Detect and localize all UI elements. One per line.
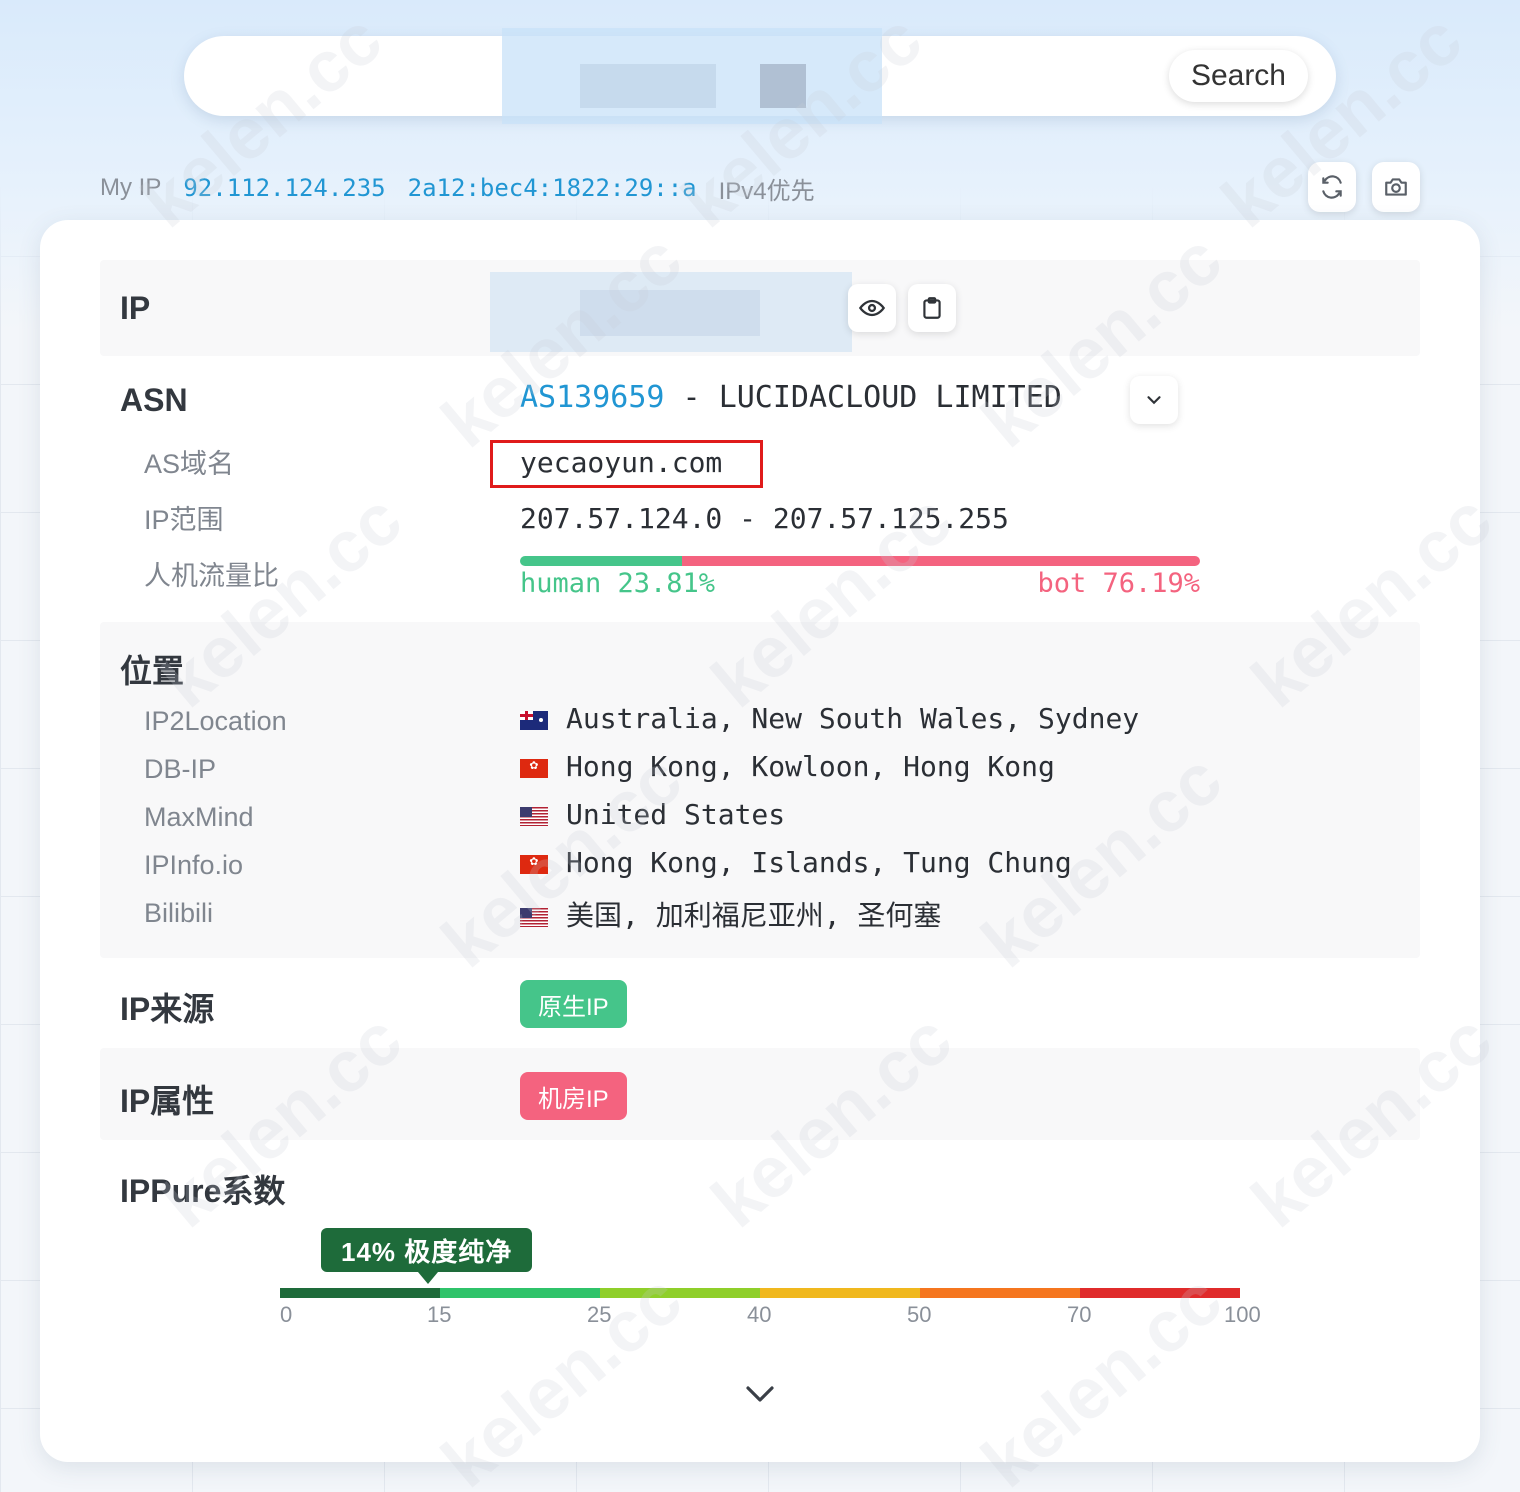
flag-hk-icon [520, 853, 548, 874]
human-ratio-text: human 23.81% [520, 568, 716, 599]
asn-section: ASN AS139659 - LUCIDACLOUD LIMITED AS域名 … [100, 356, 1420, 622]
location-title: 位置 [120, 653, 185, 689]
eye-icon [858, 299, 886, 317]
chevron-down-icon [746, 1386, 774, 1402]
refresh-button[interactable] [1308, 162, 1356, 212]
flag-au-icon [520, 711, 548, 730]
ippure-scale-segment [1079, 1288, 1240, 1298]
flag-us-icon [520, 908, 548, 927]
ippure-scale [280, 1288, 1240, 1298]
flag-us-icon [520, 807, 548, 826]
ip-title: IP [120, 290, 151, 326]
human-segment [520, 556, 682, 566]
location-source-label: Bilibili [144, 898, 214, 928]
screenshot-button[interactable] [1372, 162, 1420, 212]
copy-ip-button[interactable] [908, 284, 956, 332]
asn-separator: - [664, 380, 719, 415]
location-value: United States [520, 798, 785, 831]
ippure-scale-segment [759, 1288, 920, 1298]
native-ip-badge: 原生IP [520, 980, 627, 1028]
chevron-down-icon [1147, 396, 1161, 405]
ippure-tick-label: 15 [427, 1302, 452, 1327]
ippure-scale-segment [439, 1288, 600, 1298]
asn-value: AS139659 - LUCIDACLOUD LIMITED [520, 380, 1062, 415]
ippure-tick-label: 40 [747, 1302, 772, 1327]
ip-section: IP [100, 260, 1420, 356]
ip-attribute-section: IP属性 机房IP [100, 1048, 1420, 1140]
redacted-block [580, 64, 716, 108]
search-bar: Search [184, 28, 1336, 124]
refresh-icon [1322, 175, 1342, 199]
location-place: United States [566, 798, 786, 831]
ippure-tick-label: 70 [1067, 1302, 1092, 1327]
ippure-scale-segment [919, 1288, 1080, 1298]
location-value: Hong Kong, Islands, Tung Chung [520, 846, 1072, 879]
location-value: 美国, 加利福尼亚州, 圣何塞 [520, 894, 941, 934]
highlight-box [490, 440, 763, 488]
as-domain-label: AS域名 [144, 449, 235, 479]
datacenter-ip-badge: 机房IP [520, 1072, 627, 1120]
location-place: Australia, New South Wales, Sydney [566, 702, 1140, 735]
my-ipv6-link[interactable]: 2a12:bec4:1822:29::a [408, 174, 697, 202]
location-source-label: IP2Location [144, 706, 287, 736]
redacted-block [760, 64, 806, 108]
ip-attribute-title: IP属性 [120, 1083, 215, 1119]
location-source-label: DB-IP [144, 754, 217, 784]
ippure-scale-segment [599, 1288, 760, 1298]
ip-range-label: IP范围 [144, 505, 224, 535]
my-ipv4-link[interactable]: 92.112.124.235 [183, 174, 385, 202]
ippure-scale-segment [280, 1288, 440, 1298]
clipboard-icon [923, 297, 941, 319]
bot-ratio-text: bot 76.19% [1037, 568, 1200, 599]
ippure-score-badge: 14% 极度纯净 [321, 1228, 533, 1272]
ip-preference: IPv4优先 [718, 177, 815, 205]
ippure-score-pointer [418, 1272, 438, 1284]
location-value: Australia, New South Wales, Sydney [520, 702, 1139, 735]
flag-hk-icon [520, 757, 548, 778]
my-ip-row: My IP 92.112.124.235 2a12:bec4:1822:29::… [100, 170, 815, 206]
ip-info-card: IP ASN AS139659 - LUCIDACLOUD LIMITED AS… [40, 220, 1480, 1462]
redacted-block [580, 290, 760, 336]
ippure-tick-label: 25 [587, 1302, 612, 1327]
ippure-title: IPPure系数 [120, 1173, 286, 1209]
location-value: Hong Kong, Kowloon, Hong Kong [520, 750, 1055, 783]
ippure-tick-label: 0 [280, 1302, 293, 1327]
search-button[interactable]: Search [1168, 50, 1308, 102]
location-source-label: IPInfo.io [144, 850, 244, 880]
asn-title: ASN [120, 382, 188, 418]
location-place: 美国, 加利福尼亚州, 圣何塞 [566, 899, 942, 932]
location-place: Hong Kong, Kowloon, Hong Kong [566, 750, 1055, 783]
ippure-tick-label: 100 [1224, 1302, 1261, 1327]
asn-expand-button[interactable] [1130, 376, 1178, 424]
bot-segment [681, 556, 1200, 566]
traffic-ratio-label: 人机流量比 [144, 561, 279, 591]
location-place: Hong Kong, Islands, Tung Chung [566, 846, 1072, 879]
ippure-tick-label: 50 [907, 1302, 932, 1327]
my-ip-label: My IP [100, 174, 162, 201]
toggle-visibility-button[interactable] [848, 284, 896, 332]
expand-more-button[interactable] [740, 1380, 780, 1412]
location-source-label: MaxMind [144, 802, 254, 832]
location-section: 位置 IP2Location Australia, New South Wales… [100, 622, 1420, 958]
ip-source-title: IP来源 [120, 991, 215, 1027]
ip-source-section: IP来源 原生IP [100, 958, 1420, 1048]
asn-org: LUCIDACLOUD LIMITED [718, 380, 1062, 415]
ip-range-value: 207.57.124.0 - 207.57.125.255 [520, 502, 1009, 535]
traffic-ratio-bar [520, 556, 1200, 566]
camera-icon [1385, 178, 1407, 196]
asn-number-link[interactable]: AS139659 [520, 380, 665, 415]
